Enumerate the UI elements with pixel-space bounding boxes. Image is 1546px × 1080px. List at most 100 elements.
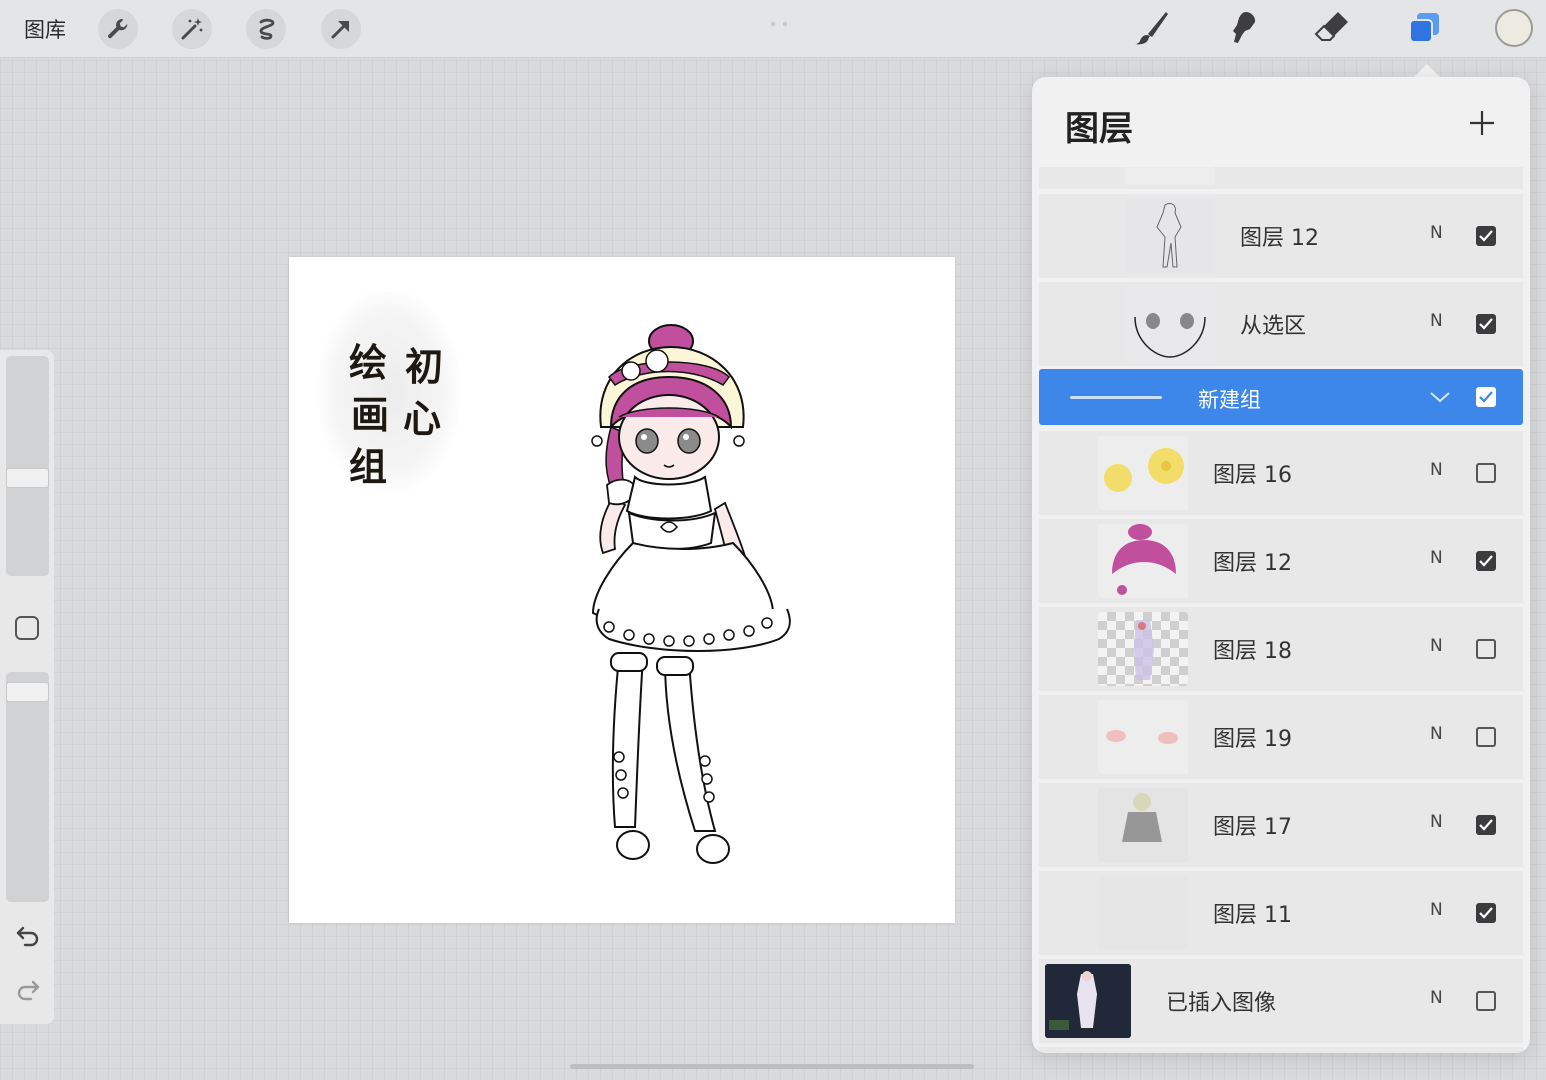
undo-button[interactable] [14, 922, 42, 950]
layer-name: 图层 16 [1213, 463, 1292, 488]
visibility-checkbox[interactable] [1476, 226, 1496, 246]
brush-size-slider[interactable] [6, 356, 49, 576]
check-icon [1479, 819, 1493, 831]
opacity-knob[interactable] [6, 682, 49, 702]
brush-button[interactable] [1130, 6, 1174, 50]
visibility-checkbox[interactable] [1476, 314, 1496, 334]
layer-group-row[interactable]: 新建组 [1039, 369, 1523, 425]
home-indicator [570, 1064, 974, 1069]
magic-wand-icon [181, 18, 203, 40]
layer-name: 图层 12 [1240, 226, 1319, 251]
artwork-calligraphy: 绘 画 组 初 心 [319, 292, 459, 492]
gallery-button[interactable]: 图库 [24, 14, 66, 44]
artwork-char: 组 [349, 444, 388, 489]
layer-thumbnail [1098, 436, 1188, 510]
transform-arrow-icon [331, 21, 349, 39]
layer-name: 从选区 [1240, 314, 1307, 339]
artwork-char: 初 [405, 344, 444, 389]
layers-button[interactable] [1402, 6, 1446, 50]
layer-name: 图层 17 [1213, 815, 1292, 840]
artwork-char: 画 [351, 392, 390, 437]
wrench-icon [108, 19, 128, 39]
plus-icon [1470, 111, 1494, 135]
layer-name: 图层 12 [1213, 551, 1292, 576]
visibility-checkbox[interactable] [1476, 639, 1496, 659]
layer-row-partial[interactable] [1039, 167, 1523, 189]
panel-title: 图层 [1065, 109, 1133, 149]
drag-grip-icon[interactable] [770, 12, 788, 27]
brush-size-knob[interactable] [6, 468, 49, 488]
blend-mode-button[interactable]: N [1430, 223, 1443, 243]
check-icon [1479, 391, 1493, 403]
eraser-button[interactable] [1310, 6, 1354, 50]
group-indicator [1070, 396, 1162, 399]
color-picker-button[interactable] [1495, 9, 1533, 47]
layer-thumbnail [1098, 700, 1188, 774]
layer-row[interactable]: 图层 12 N [1039, 519, 1523, 603]
layer-row[interactable]: 图层 12 N [1039, 194, 1523, 278]
add-layer-button[interactable] [1464, 105, 1500, 141]
artwork-char: 绘 [349, 340, 388, 385]
selection-icon [259, 18, 275, 40]
layer-thumbnail [1125, 287, 1215, 361]
layer-row[interactable]: 图层 17 N [1039, 783, 1523, 867]
visibility-checkbox[interactable] [1476, 551, 1496, 571]
smudge-icon [1233, 12, 1256, 43]
check-icon [1479, 318, 1493, 330]
check-icon [1479, 230, 1493, 242]
modify-button[interactable] [15, 616, 39, 640]
layer-thumbnail [1098, 612, 1188, 686]
brush-icon [1135, 12, 1168, 45]
visibility-checkbox[interactable] [1476, 815, 1496, 835]
visibility-checkbox[interactable] [1476, 463, 1496, 483]
blend-mode-button[interactable]: N [1430, 460, 1443, 480]
blend-mode-button[interactable]: N [1430, 311, 1443, 331]
smudge-button[interactable] [1220, 6, 1264, 50]
selection-button[interactable] [246, 9, 286, 49]
blend-mode-button[interactable]: N [1430, 988, 1443, 1008]
redo-button[interactable] [14, 976, 42, 1004]
layer-thumbnail [1125, 167, 1215, 185]
layer-thumbnail [1098, 876, 1188, 950]
top-toolbar: 图库 [0, 0, 1546, 58]
layer-name: 已插入图像 [1166, 991, 1277, 1016]
blend-mode-button[interactable]: N [1430, 812, 1443, 832]
layer-row[interactable]: 已插入图像 N [1039, 959, 1523, 1043]
layers-panel: 图层 图层 12 N 从选区 N 新建组 图层 16 N 图层 12 N 图层 … [1032, 77, 1530, 1053]
layer-row[interactable]: 图层 18 N [1039, 607, 1523, 691]
transform-button[interactable] [321, 9, 361, 49]
blend-mode-button[interactable]: N [1430, 636, 1443, 656]
visibility-checkbox[interactable] [1476, 991, 1496, 1011]
layer-row[interactable]: 图层 19 N [1039, 695, 1523, 779]
artwork-char: 心 [403, 396, 442, 441]
check-icon [1479, 907, 1493, 919]
character-illustration [591, 324, 791, 864]
layers-icon [1409, 13, 1439, 43]
layer-thumbnail [1125, 199, 1215, 273]
actions-button[interactable] [98, 9, 138, 49]
redo-icon [17, 980, 40, 1001]
layer-row[interactable]: 图层 16 N [1039, 431, 1523, 515]
panel-pointer [1413, 64, 1441, 78]
blend-mode-button[interactable]: N [1430, 724, 1443, 744]
layer-thumbnail [1045, 964, 1131, 1038]
blend-mode-button[interactable]: N [1430, 548, 1443, 568]
undo-icon [16, 926, 39, 947]
left-sidebar [0, 350, 54, 1024]
layer-row[interactable]: 从选区 N [1039, 282, 1523, 366]
drawing-canvas[interactable]: 绘 画 组 初 心 [289, 257, 955, 923]
visibility-checkbox[interactable] [1476, 727, 1496, 747]
opacity-slider[interactable] [6, 672, 49, 902]
chevron-down-icon[interactable] [1429, 389, 1451, 405]
layer-name: 图层 11 [1213, 903, 1292, 928]
group-name: 新建组 [1198, 388, 1261, 412]
layer-thumbnail [1098, 788, 1188, 862]
layer-row[interactable]: 图层 11 N [1039, 871, 1523, 955]
adjustments-button[interactable] [172, 9, 212, 49]
visibility-checkbox[interactable] [1476, 903, 1496, 923]
visibility-checkbox[interactable] [1476, 387, 1496, 407]
layer-thumbnail [1098, 524, 1188, 598]
layer-row-partial[interactable] [1039, 1047, 1523, 1053]
blend-mode-button[interactable]: N [1430, 900, 1443, 920]
layer-name: 图层 18 [1213, 639, 1292, 664]
